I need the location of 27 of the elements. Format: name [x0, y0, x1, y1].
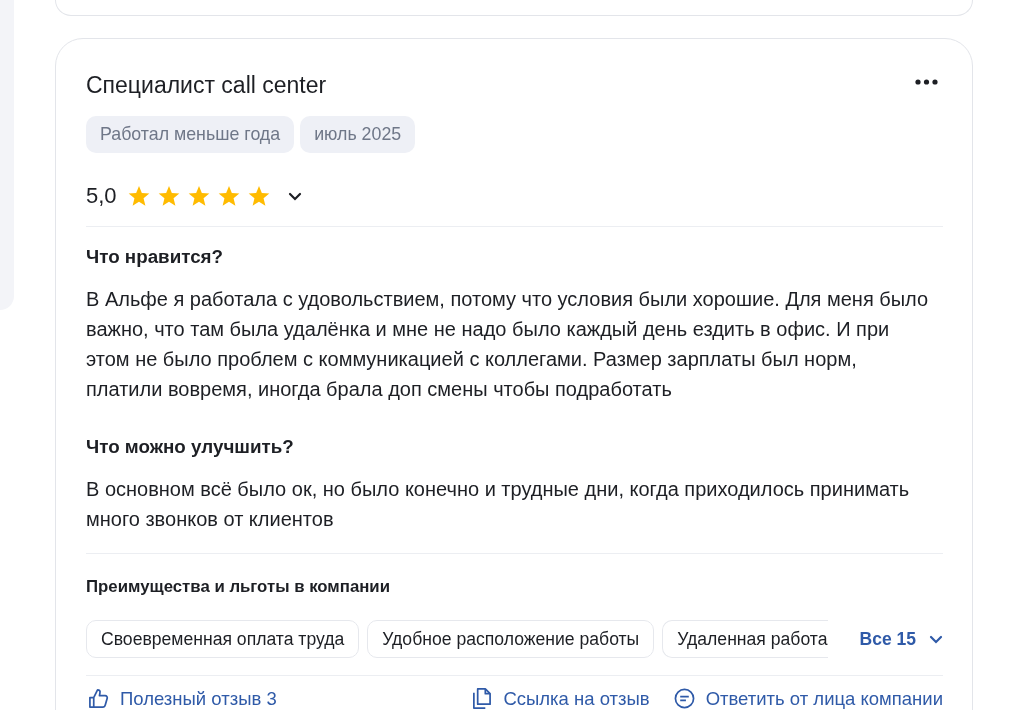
- star-icon: [217, 185, 240, 207]
- section-heading: Что нравится?: [86, 245, 225, 269]
- chevron-down-icon[interactable]: [287, 191, 302, 201]
- action-link[interactable]: Полезный отзыв 3: [88, 688, 277, 709]
- benefit-tag: Удаленная работа: [662, 620, 829, 658]
- action-link[interactable]: Ответить от лица компании: [673, 688, 943, 709]
- action-link[interactable]: Ссылка на отзыв: [471, 688, 650, 709]
- show-all-button[interactable]: Все 15: [855, 621, 943, 657]
- review-text: В Альфе я работала с удовольствием, потому что условия были хорошие. Для меня было важно, что там была удалёнка и мне не надо было каждый день ездить в офис. И при этом не было проблем с коммуникацией с коллегами. Размер зарплаты был норм, платили вовремя, иногда брала доп смены чтобы подработать: [86, 287, 930, 402]
- chevron-down-icon: [929, 634, 943, 644]
- star-icon: [157, 185, 180, 207]
- star-icon: [187, 185, 210, 207]
- thumbs-up-icon: [88, 688, 109, 709]
- review-text: В основном всё было ок, но было конечно и трудные дни, когда приходилось принимать много звонков от клиентов: [86, 477, 911, 532]
- star-icon: [247, 185, 270, 207]
- benefits-heading: Преимущества и льготы в компании: [86, 576, 391, 598]
- section-heading: Что можно улучшить?: [86, 435, 295, 459]
- more-options-icon[interactable]: [915, 79, 938, 85]
- tag: Работал меньше года: [86, 116, 295, 153]
- benefit-tag: Своевременная оплата труда: [86, 620, 360, 658]
- star-icon: [127, 185, 150, 207]
- chat-bubble-icon: [673, 688, 695, 709]
- benefit-tag: Удобное расположение работы: [367, 620, 655, 658]
- tag: июль 2025: [300, 116, 416, 153]
- review-title: Специалист call center: [86, 71, 327, 100]
- rating-score: 5,0: [86, 182, 117, 210]
- document-icon: [471, 688, 493, 709]
